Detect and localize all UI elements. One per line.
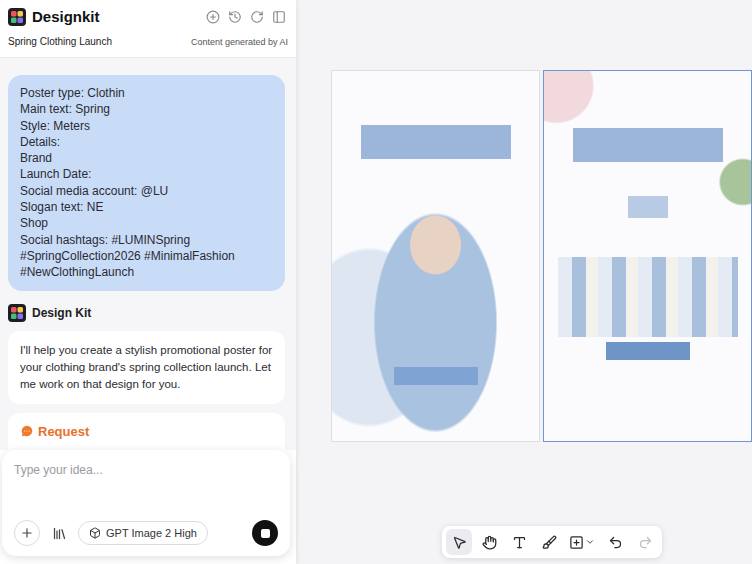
text-tool-button[interactable] bbox=[506, 529, 532, 555]
toolbar-area bbox=[296, 526, 752, 564]
panel-toggle-icon[interactable] bbox=[272, 10, 286, 24]
message-line: Poster type: Clothin bbox=[20, 85, 273, 101]
header-actions bbox=[206, 10, 286, 24]
prompt-box: GPT Image 2 High bbox=[2, 450, 290, 556]
prompt-actions: GPT Image 2 High bbox=[14, 520, 278, 546]
message-line: Details: bbox=[20, 134, 273, 150]
message-line: Social media account: @LU bbox=[20, 183, 273, 199]
pointer-icon bbox=[452, 535, 467, 550]
ai-note: Content generated by AI bbox=[191, 37, 288, 47]
undo-tool-button[interactable] bbox=[602, 529, 628, 555]
model-name: GPT Image 2 High bbox=[106, 527, 197, 539]
message-line: Style: Meters bbox=[20, 118, 273, 134]
request-icon bbox=[20, 424, 34, 438]
app-name: Designkit bbox=[32, 8, 100, 25]
request-card: Request bbox=[8, 413, 285, 450]
designkit-logo-icon bbox=[8, 304, 26, 322]
project-title: Spring Clothing Launch bbox=[8, 36, 112, 47]
assistant-name: Design Kit bbox=[32, 306, 91, 320]
chevron-down-icon bbox=[585, 537, 595, 547]
new-chat-icon[interactable] bbox=[206, 10, 220, 24]
plus-icon bbox=[20, 526, 34, 540]
stop-button[interactable] bbox=[252, 520, 278, 546]
prompt-input[interactable] bbox=[14, 461, 278, 479]
stop-icon bbox=[261, 529, 270, 538]
brush-tool-button[interactable] bbox=[536, 529, 562, 555]
library-button[interactable] bbox=[48, 520, 70, 546]
message-line: #SpringCollection2026 #MinimalFashion bbox=[20, 248, 273, 264]
message-line: Launch Date: bbox=[20, 166, 273, 182]
poster-image[interactable] bbox=[331, 70, 540, 442]
cube-icon bbox=[89, 527, 101, 539]
app-window: Designkit Spring Clothing Launch Content g… bbox=[0, 0, 752, 564]
history-icon[interactable] bbox=[228, 10, 242, 24]
request-label: Request bbox=[38, 424, 89, 439]
redo-tool-button[interactable] bbox=[632, 529, 658, 555]
undo-icon bbox=[608, 535, 623, 550]
chat-thread: Poster type: ClothinMain text: SpringSty… bbox=[0, 58, 296, 450]
message-line: Main text: Spring bbox=[20, 101, 273, 117]
designkit-logo-icon bbox=[8, 8, 26, 26]
message-line: Shop bbox=[20, 215, 273, 231]
hand-icon bbox=[482, 535, 497, 550]
insert-tool-button[interactable] bbox=[566, 529, 598, 555]
poster-row bbox=[296, 0, 752, 442]
text-icon bbox=[512, 535, 527, 550]
insert-icon bbox=[569, 535, 584, 550]
assistant-message: I'll help you create a stylish promotion… bbox=[8, 331, 285, 404]
message-line: Social hashtags: #LUMINSpring bbox=[20, 232, 273, 248]
message-line: #NewClothingLaunch bbox=[20, 264, 273, 280]
message-line: Brand bbox=[20, 150, 273, 166]
redo-icon bbox=[638, 535, 653, 550]
assistant-header: Design Kit bbox=[8, 304, 285, 322]
poster-image[interactable] bbox=[543, 70, 752, 442]
top-bar: Designkit bbox=[0, 0, 296, 26]
project-bar: Spring Clothing Launch Content generated … bbox=[0, 26, 296, 58]
canvas[interactable] bbox=[296, 0, 752, 564]
brand: Designkit bbox=[8, 8, 100, 26]
attach-button[interactable] bbox=[14, 520, 40, 546]
library-icon bbox=[52, 526, 67, 541]
message-line: Slogan text: NE bbox=[20, 199, 273, 215]
user-message: Poster type: ClothinMain text: SpringSty… bbox=[8, 75, 285, 291]
select-tool-button[interactable] bbox=[446, 529, 472, 555]
brush-icon bbox=[542, 535, 557, 550]
refresh-icon[interactable] bbox=[250, 10, 264, 24]
model-selector[interactable]: GPT Image 2 High bbox=[78, 521, 208, 545]
chat-panel: Designkit Spring Clothing Launch Content g… bbox=[0, 0, 296, 564]
hand-tool-button[interactable] bbox=[476, 529, 502, 555]
canvas-toolbar bbox=[442, 526, 662, 558]
